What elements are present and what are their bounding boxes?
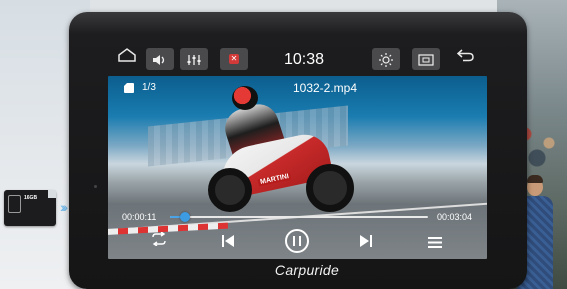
page-count: 1/3 [142,82,156,93]
playlist-icon[interactable] [428,235,442,253]
sd-card-image: 16GB [4,190,56,226]
volume-icon [152,52,168,66]
brightness-button[interactable] [372,48,400,70]
repeat-icon[interactable] [150,231,168,251]
clock: 10:38 [283,51,325,68]
skip-next-icon[interactable] [360,234,372,252]
back-icon[interactable] [454,47,478,69]
equalizer-button[interactable] [180,48,208,70]
elapsed-time: 00:00:11 [122,212,157,222]
device-sensor [94,185,97,188]
sd-card-label: 16GB [24,195,38,201]
brand-logo: Carpuride [274,262,340,278]
volume-button[interactable] [146,48,174,70]
pause-icon[interactable] [285,229,309,253]
close-button[interactable]: ✕ [220,48,248,70]
total-duration: 00:03:04 [437,212,473,222]
file-name: 1032-2.mp4 [292,81,358,95]
close-icon: ✕ [229,54,239,64]
screen-mirror-button[interactable] [412,48,440,70]
insert-arrow-icon: ››› [60,199,68,215]
video-motorcycle-image: MARTINI [190,86,370,226]
progress-bar[interactable] [170,212,428,222]
brightness-icon [379,52,393,67]
media-file-icon [124,83,134,93]
equalizer-icon [187,52,201,66]
skip-previous-icon[interactable] [222,234,234,252]
screen-mirror-icon [418,52,434,66]
home-icon[interactable] [116,47,138,69]
